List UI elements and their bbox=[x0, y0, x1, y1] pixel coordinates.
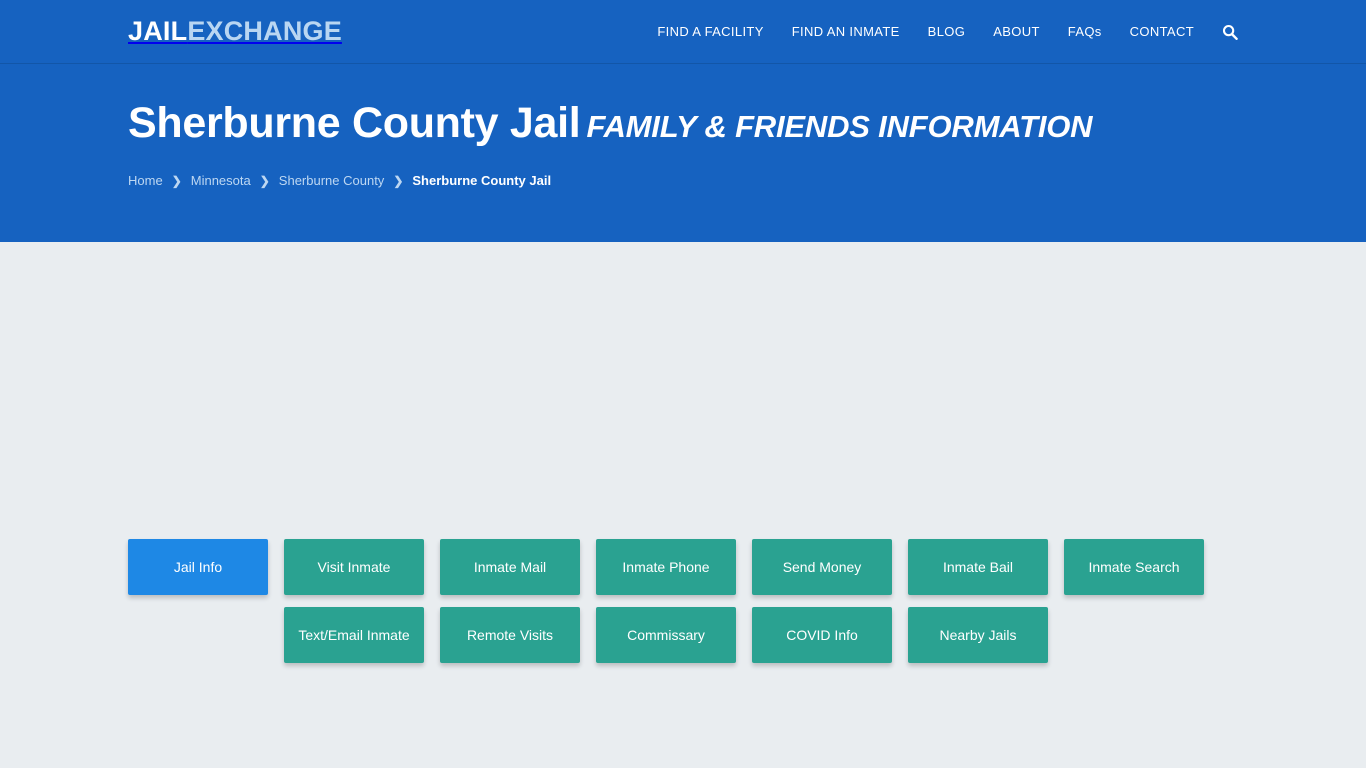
breadcrumb-item-minnesota[interactable]: Minnesota bbox=[191, 173, 251, 188]
top-navigation-bar: JAILEXCHANGE FIND A FACILITY FIND AN INM… bbox=[0, 0, 1366, 64]
site-logo[interactable]: JAILEXCHANGE bbox=[128, 18, 342, 45]
breadcrumb: Home ❯ Minnesota ❯ Sherburne County ❯ Sh… bbox=[128, 173, 1366, 188]
page-title: Sherburne County Jail FAMILY & FRIENDS IN… bbox=[128, 99, 1366, 147]
tab-visit-inmate[interactable]: Visit Inmate bbox=[284, 539, 424, 595]
tab-covid-info[interactable]: COVID Info bbox=[752, 607, 892, 663]
nav-blog[interactable]: BLOG bbox=[914, 24, 980, 39]
nav-find-a-facility[interactable]: FIND A FACILITY bbox=[643, 24, 777, 39]
chevron-right-icon: ❯ bbox=[393, 173, 404, 188]
nav-faqs[interactable]: FAQs bbox=[1054, 24, 1116, 39]
page-title-main: Sherburne County Jail bbox=[128, 99, 581, 147]
tab-inmate-mail[interactable]: Inmate Mail bbox=[440, 539, 580, 595]
tab-commissary[interactable]: Commissary bbox=[596, 607, 736, 663]
page-title-subtitle: FAMILY & FRIENDS INFORMATION bbox=[586, 109, 1093, 144]
breadcrumb-item-sherburne-county[interactable]: Sherburne County bbox=[279, 173, 385, 188]
chevron-right-icon: ❯ bbox=[171, 173, 182, 188]
main-content: Jail Info Visit Inmate Inmate Mail Inmat… bbox=[0, 242, 1366, 768]
tab-send-money[interactable]: Send Money bbox=[752, 539, 892, 595]
tab-inmate-bail[interactable]: Inmate Bail bbox=[908, 539, 1048, 595]
breadcrumb-item-current: Sherburne County Jail bbox=[412, 173, 552, 189]
tab-jail-info[interactable]: Jail Info bbox=[128, 539, 268, 595]
tab-remote-visits[interactable]: Remote Visits bbox=[440, 607, 580, 663]
page-header: JAILEXCHANGE FIND A FACILITY FIND AN INM… bbox=[0, 0, 1366, 242]
hero-content: Sherburne County Jail FAMILY & FRIENDS IN… bbox=[0, 64, 1366, 188]
tab-inmate-search[interactable]: Inmate Search bbox=[1064, 539, 1204, 595]
nav-contact[interactable]: CONTACT bbox=[1116, 24, 1208, 39]
search-icon[interactable] bbox=[1208, 24, 1238, 40]
nav-find-an-inmate[interactable]: FIND AN INMATE bbox=[778, 24, 914, 39]
facility-tabs-row-1: Jail Info Visit Inmate Inmate Mail Inmat… bbox=[128, 539, 1238, 595]
tab-nearby-jails[interactable]: Nearby Jails bbox=[908, 607, 1048, 663]
content-placeholder-region bbox=[0, 242, 1366, 539]
facility-tabs: Jail Info Visit Inmate Inmate Mail Inmat… bbox=[0, 539, 1366, 663]
logo-text-primary: JAIL bbox=[128, 16, 188, 46]
breadcrumb-item-home[interactable]: Home bbox=[128, 173, 163, 188]
logo-text-secondary: EXCHANGE bbox=[187, 16, 342, 46]
facility-tabs-row-2: Text/Email Inmate Remote Visits Commissa… bbox=[128, 607, 1238, 663]
tab-inmate-phone[interactable]: Inmate Phone bbox=[596, 539, 736, 595]
tab-text-email-inmate[interactable]: Text/Email Inmate bbox=[284, 607, 424, 663]
nav-about[interactable]: ABOUT bbox=[979, 24, 1054, 39]
nav-menu: FIND A FACILITY FIND AN INMATE BLOG ABOU… bbox=[643, 24, 1238, 40]
chevron-right-icon: ❯ bbox=[259, 173, 270, 188]
